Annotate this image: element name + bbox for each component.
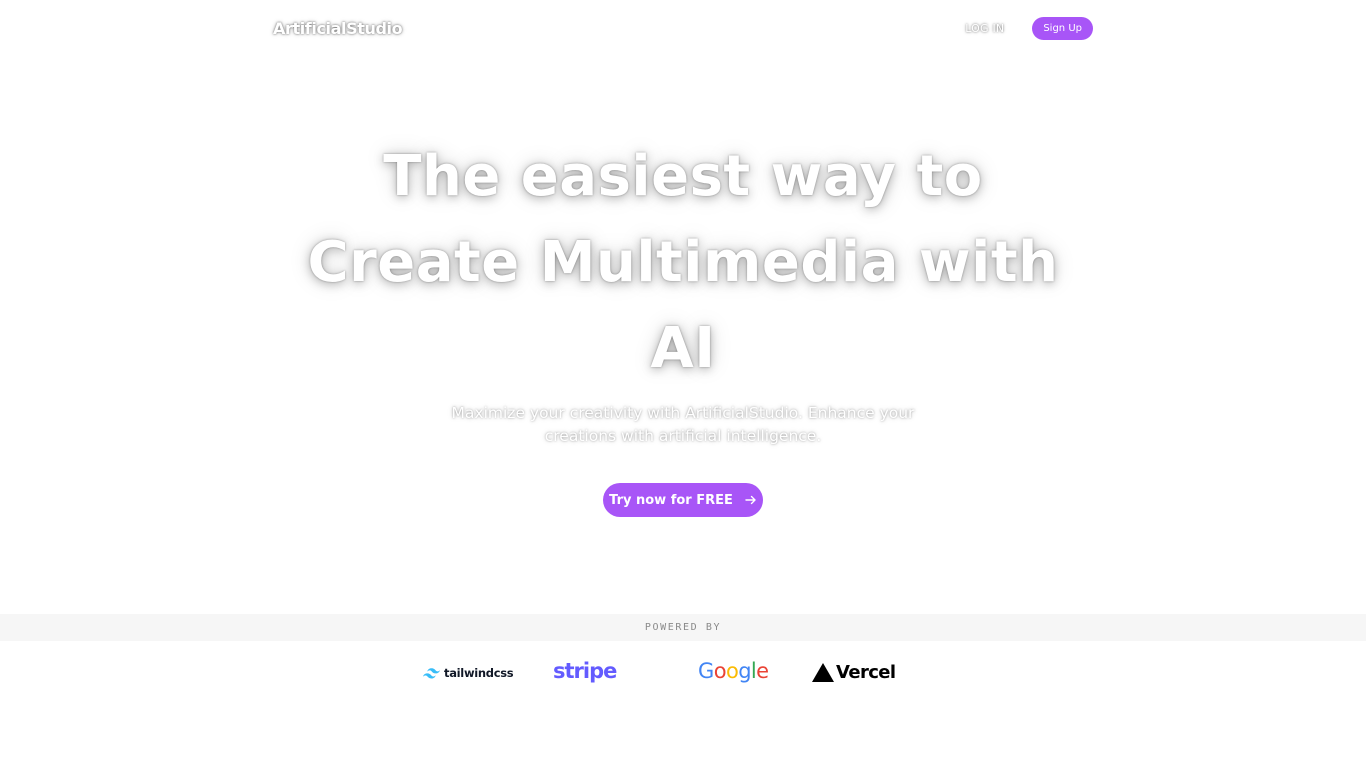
top-nav: ArtificialStudio LOG IN Sign Up	[273, 14, 1093, 42]
tailwind-logo: tailwindcss	[423, 666, 514, 680]
powered-by-bar: POWERED BY	[0, 614, 1366, 641]
arrow-right-icon	[745, 495, 756, 505]
brand-logo[interactable]: ArtificialStudio	[273, 19, 403, 38]
vercel-logo: Vercel	[812, 662, 896, 683]
hero-subtitle: Maximize your creativity with Artificial…	[451, 404, 915, 445]
tailwind-logo-text: tailwindcss	[444, 666, 514, 680]
signup-button[interactable]: Sign Up	[1032, 16, 1093, 40]
try-free-label: Try now for FREE	[609, 492, 733, 508]
vercel-logo-text: Vercel	[836, 662, 896, 683]
try-free-button[interactable]: Try now for FREE	[603, 483, 763, 517]
google-logo-text: Google	[698, 659, 769, 683]
stripe-logo-text: stripe	[553, 659, 617, 683]
nav-actions: LOG IN Sign Up	[965, 16, 1093, 40]
stripe-logo: stripe	[553, 659, 617, 683]
google-logo: Google	[698, 659, 769, 683]
login-link[interactable]: LOG IN	[965, 22, 1004, 35]
powered-by-label: POWERED BY	[644, 622, 722, 633]
hero-title: The easiest way to Create Multimedia wit…	[307, 144, 1059, 381]
tailwind-logo-icon	[423, 667, 440, 679]
partner-logos: tailwindcss stripe Google Vercel	[0, 654, 1366, 698]
landing-page: ArtificialStudio LOG IN Sign Up The easi…	[0, 0, 1366, 768]
vercel-triangle-icon	[812, 663, 834, 682]
